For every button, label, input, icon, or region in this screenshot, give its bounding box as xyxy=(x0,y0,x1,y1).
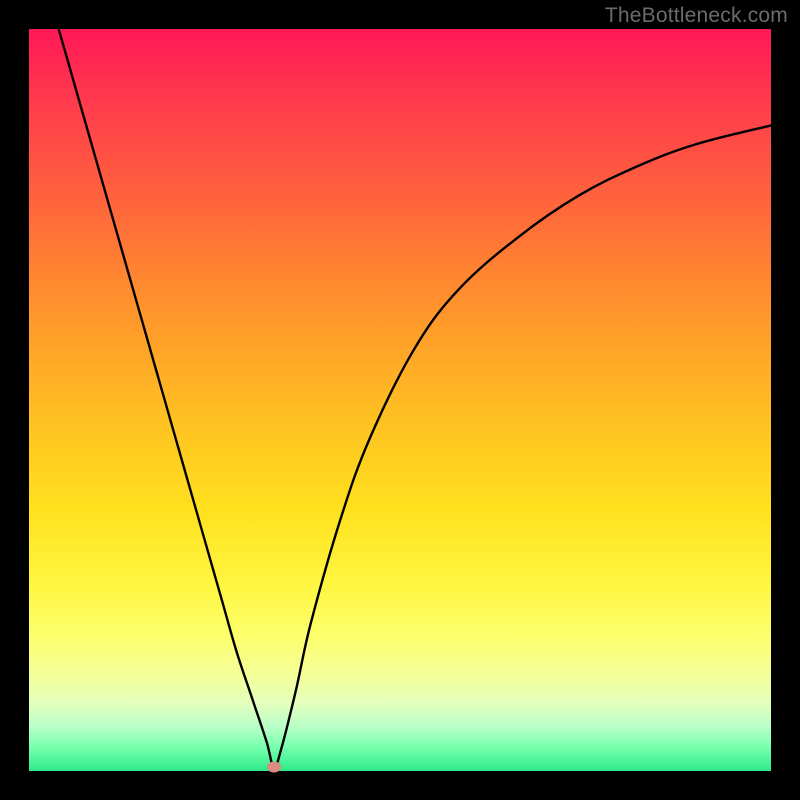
chart-frame: TheBottleneck.com xyxy=(0,0,800,800)
watermark-text: TheBottleneck.com xyxy=(605,4,788,28)
plot-area xyxy=(29,29,771,771)
bottleneck-minimum-marker xyxy=(267,762,281,773)
bottleneck-curve xyxy=(29,29,771,771)
